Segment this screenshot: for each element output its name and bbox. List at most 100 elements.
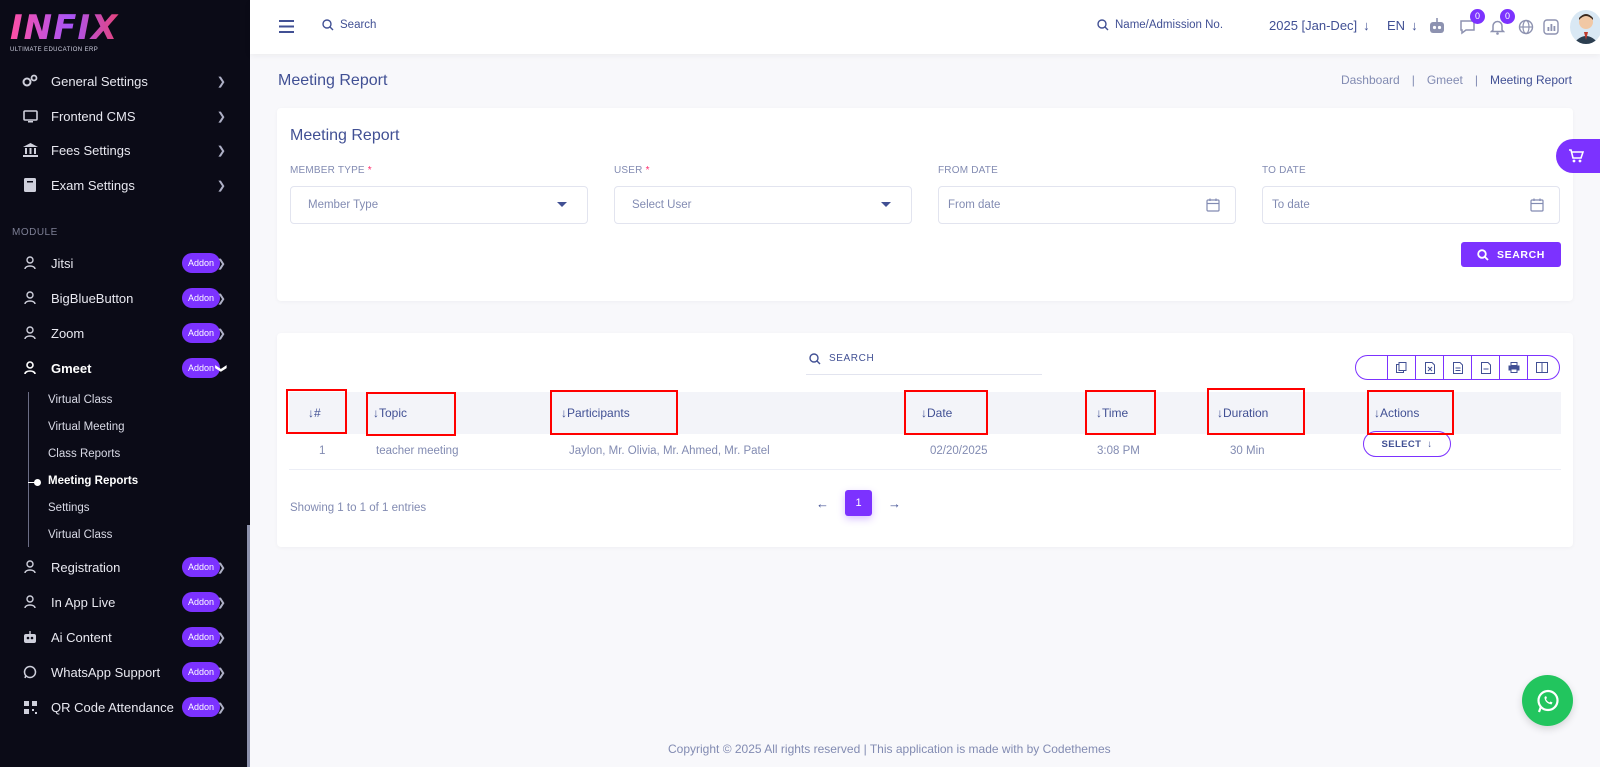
- whatsapp-chat-button[interactable]: [1522, 675, 1573, 726]
- sidebar-item-label: Jitsi: [51, 255, 74, 271]
- cell-participants: Jaylon, Mr. Olivia, Mr. Ahmed, Mr. Patel: [569, 445, 770, 457]
- sidebar-item-label: BigBlueButton: [51, 290, 134, 306]
- calendar-icon: [1530, 198, 1544, 212]
- chevron-right-icon: ❯: [216, 179, 226, 192]
- submenu-settings[interactable]: Settings: [48, 502, 90, 514]
- sidebar-item-in-app-live[interactable]: In App Live Addon ❯: [0, 585, 246, 619]
- search-icon: [322, 19, 334, 31]
- sidebar: INFIX ULTIMATE EDUCATION ERP General Set…: [0, 0, 250, 767]
- submenu-virtual-class[interactable]: Virtual Class: [48, 394, 112, 406]
- whatsapp-icon: [22, 664, 38, 680]
- student-search[interactable]: Name/Admission No.: [1097, 19, 1223, 31]
- cell-topic: teacher meeting: [376, 445, 459, 457]
- sidebar-item-label: General Settings: [51, 73, 148, 89]
- cart-icon: [1569, 149, 1584, 163]
- breadcrumb: Dashboard | Gmeet | Meeting Report: [1341, 73, 1572, 87]
- report-table-card: SEARCH ↓ # ↓ Topic ↓ Participants ↓ Date ↓ Ti…: [277, 333, 1573, 547]
- search-button[interactable]: SEARCH: [1461, 242, 1561, 267]
- chat-count-badge: 0: [1470, 9, 1485, 24]
- select-label: SELECT: [1381, 438, 1422, 450]
- sidebar-item-exam-settings[interactable]: Exam Settings ❯: [0, 168, 246, 202]
- user-icon: [22, 290, 38, 306]
- sidebar-item-frontend-cms[interactable]: Frontend CMS ❯: [0, 99, 246, 133]
- search-button-label: SEARCH: [1497, 248, 1545, 261]
- print-button[interactable]: [1499, 356, 1527, 379]
- sidebar-scrollbar[interactable]: [247, 525, 250, 767]
- addon-badge: Addon: [182, 662, 221, 682]
- logo-text: INFIX: [10, 10, 130, 46]
- sidebar-item-bigbluebutton[interactable]: BigBlueButton Addon ❯: [0, 281, 246, 315]
- user-value: Select User: [632, 199, 692, 211]
- member-type-select[interactable]: Member Type: [290, 186, 588, 224]
- user-icon: [22, 594, 38, 610]
- excel-button[interactable]: [1415, 356, 1443, 379]
- analytics-icon[interactable]: [1542, 18, 1560, 36]
- sidebar-item-gmeet[interactable]: Gmeet Addon ❯: [0, 351, 246, 385]
- language-select[interactable]: EN ↓: [1387, 18, 1418, 33]
- copy-button[interactable]: [1387, 356, 1415, 379]
- avatar[interactable]: [1570, 10, 1600, 44]
- previous-page-icon[interactable]: ←: [816, 496, 829, 511]
- robot-icon[interactable]: [1428, 17, 1446, 35]
- cell-duration: 30 Min: [1230, 445, 1265, 457]
- chat-icon[interactable]: 0: [1458, 9, 1485, 36]
- print-icon: [1508, 362, 1519, 373]
- sidebar-item-label: Fees Settings: [51, 142, 131, 158]
- from-date-label: FROM DATE: [938, 165, 998, 176]
- infix-logo[interactable]: INFIX ULTIMATE EDUCATION ERP: [10, 10, 130, 58]
- highlight-box-actions: [1367, 390, 1454, 435]
- sidebar-item-registration[interactable]: Registration Addon ❯: [0, 550, 246, 584]
- breadcrumb-gmeet[interactable]: Gmeet: [1427, 73, 1463, 87]
- sidebar-item-label: Gmeet: [51, 360, 92, 376]
- highlight-box-number: [286, 389, 347, 434]
- highlight-box-duration: [1207, 388, 1305, 435]
- sidebar-item-fees-settings[interactable]: Fees Settings ❯: [0, 133, 246, 167]
- chevron-right-icon: ❯: [216, 631, 226, 644]
- addon-badge: Addon: [182, 323, 221, 343]
- columns-button[interactable]: [1527, 356, 1555, 379]
- sidebar-item-label: In App Live: [51, 594, 116, 610]
- globe-icon[interactable]: [1517, 18, 1535, 36]
- sidebar-item-qr-code-attendance[interactable]: QR Code Attendance Addon ❯: [0, 690, 246, 724]
- page-title: Meeting Report: [278, 72, 388, 89]
- robot-icon: [22, 629, 38, 645]
- hamburger-menu-icon[interactable]: [279, 20, 294, 33]
- session-select[interactable]: 2025 [Jan-Dec] ↓: [1269, 18, 1370, 33]
- language-value: EN: [1387, 18, 1406, 33]
- arrow-down-icon: ↓: [1363, 18, 1370, 33]
- caret-down-icon: [557, 202, 567, 207]
- sidebar-item-ai-content[interactable]: Ai Content Addon ❯: [0, 620, 246, 654]
- user-icon: [22, 360, 38, 376]
- next-page-icon[interactable]: →: [888, 496, 901, 511]
- pagination: ← 1 →: [816, 490, 901, 516]
- to-date-input[interactable]: To date: [1262, 186, 1560, 224]
- sidebar-item-label: Registration: [51, 559, 121, 575]
- user-select[interactable]: Select User: [614, 186, 912, 224]
- columns-icon: [1535, 362, 1548, 373]
- sidebar-item-zoom[interactable]: Zoom Addon ❯: [0, 316, 246, 350]
- submenu-meeting-reports[interactable]: Meeting Reports: [48, 475, 138, 487]
- breadcrumb-dashboard[interactable]: Dashboard: [1341, 73, 1400, 87]
- submenu-virtual-meeting[interactable]: Virtual Meeting: [48, 421, 125, 433]
- submenu-class-reports[interactable]: Class Reports: [48, 448, 120, 460]
- page-number-button[interactable]: 1: [845, 490, 872, 516]
- chevron-right-icon: ❯: [216, 257, 226, 270]
- user-label-text: USER: [614, 165, 643, 176]
- sidebar-item-whatsapp-support[interactable]: WhatsApp Support Addon ❯: [0, 655, 246, 689]
- bell-icon[interactable]: 0: [1488, 9, 1515, 36]
- floating-cart-button[interactable]: [1556, 139, 1600, 173]
- submenu-virtual-class-2[interactable]: Virtual Class: [48, 529, 112, 541]
- global-search[interactable]: Search: [322, 19, 376, 31]
- from-date-input[interactable]: From date: [938, 186, 1236, 224]
- table-search-input[interactable]: SEARCH: [806, 343, 1042, 375]
- chevron-down-icon: ❯: [214, 363, 227, 373]
- sidebar-item-general-settings[interactable]: General Settings ❯: [0, 64, 246, 98]
- chevron-right-icon: ❯: [216, 666, 226, 679]
- sidebar-item-jitsi[interactable]: Jitsi Addon ❯: [0, 246, 246, 280]
- pdf-button[interactable]: [1471, 356, 1499, 379]
- highlight-box-topic: [366, 392, 456, 436]
- csv-file-icon: [1452, 361, 1463, 374]
- monitor-icon: [22, 108, 38, 124]
- breadcrumb-separator: |: [1411, 73, 1415, 87]
- csv-button[interactable]: [1443, 356, 1471, 379]
